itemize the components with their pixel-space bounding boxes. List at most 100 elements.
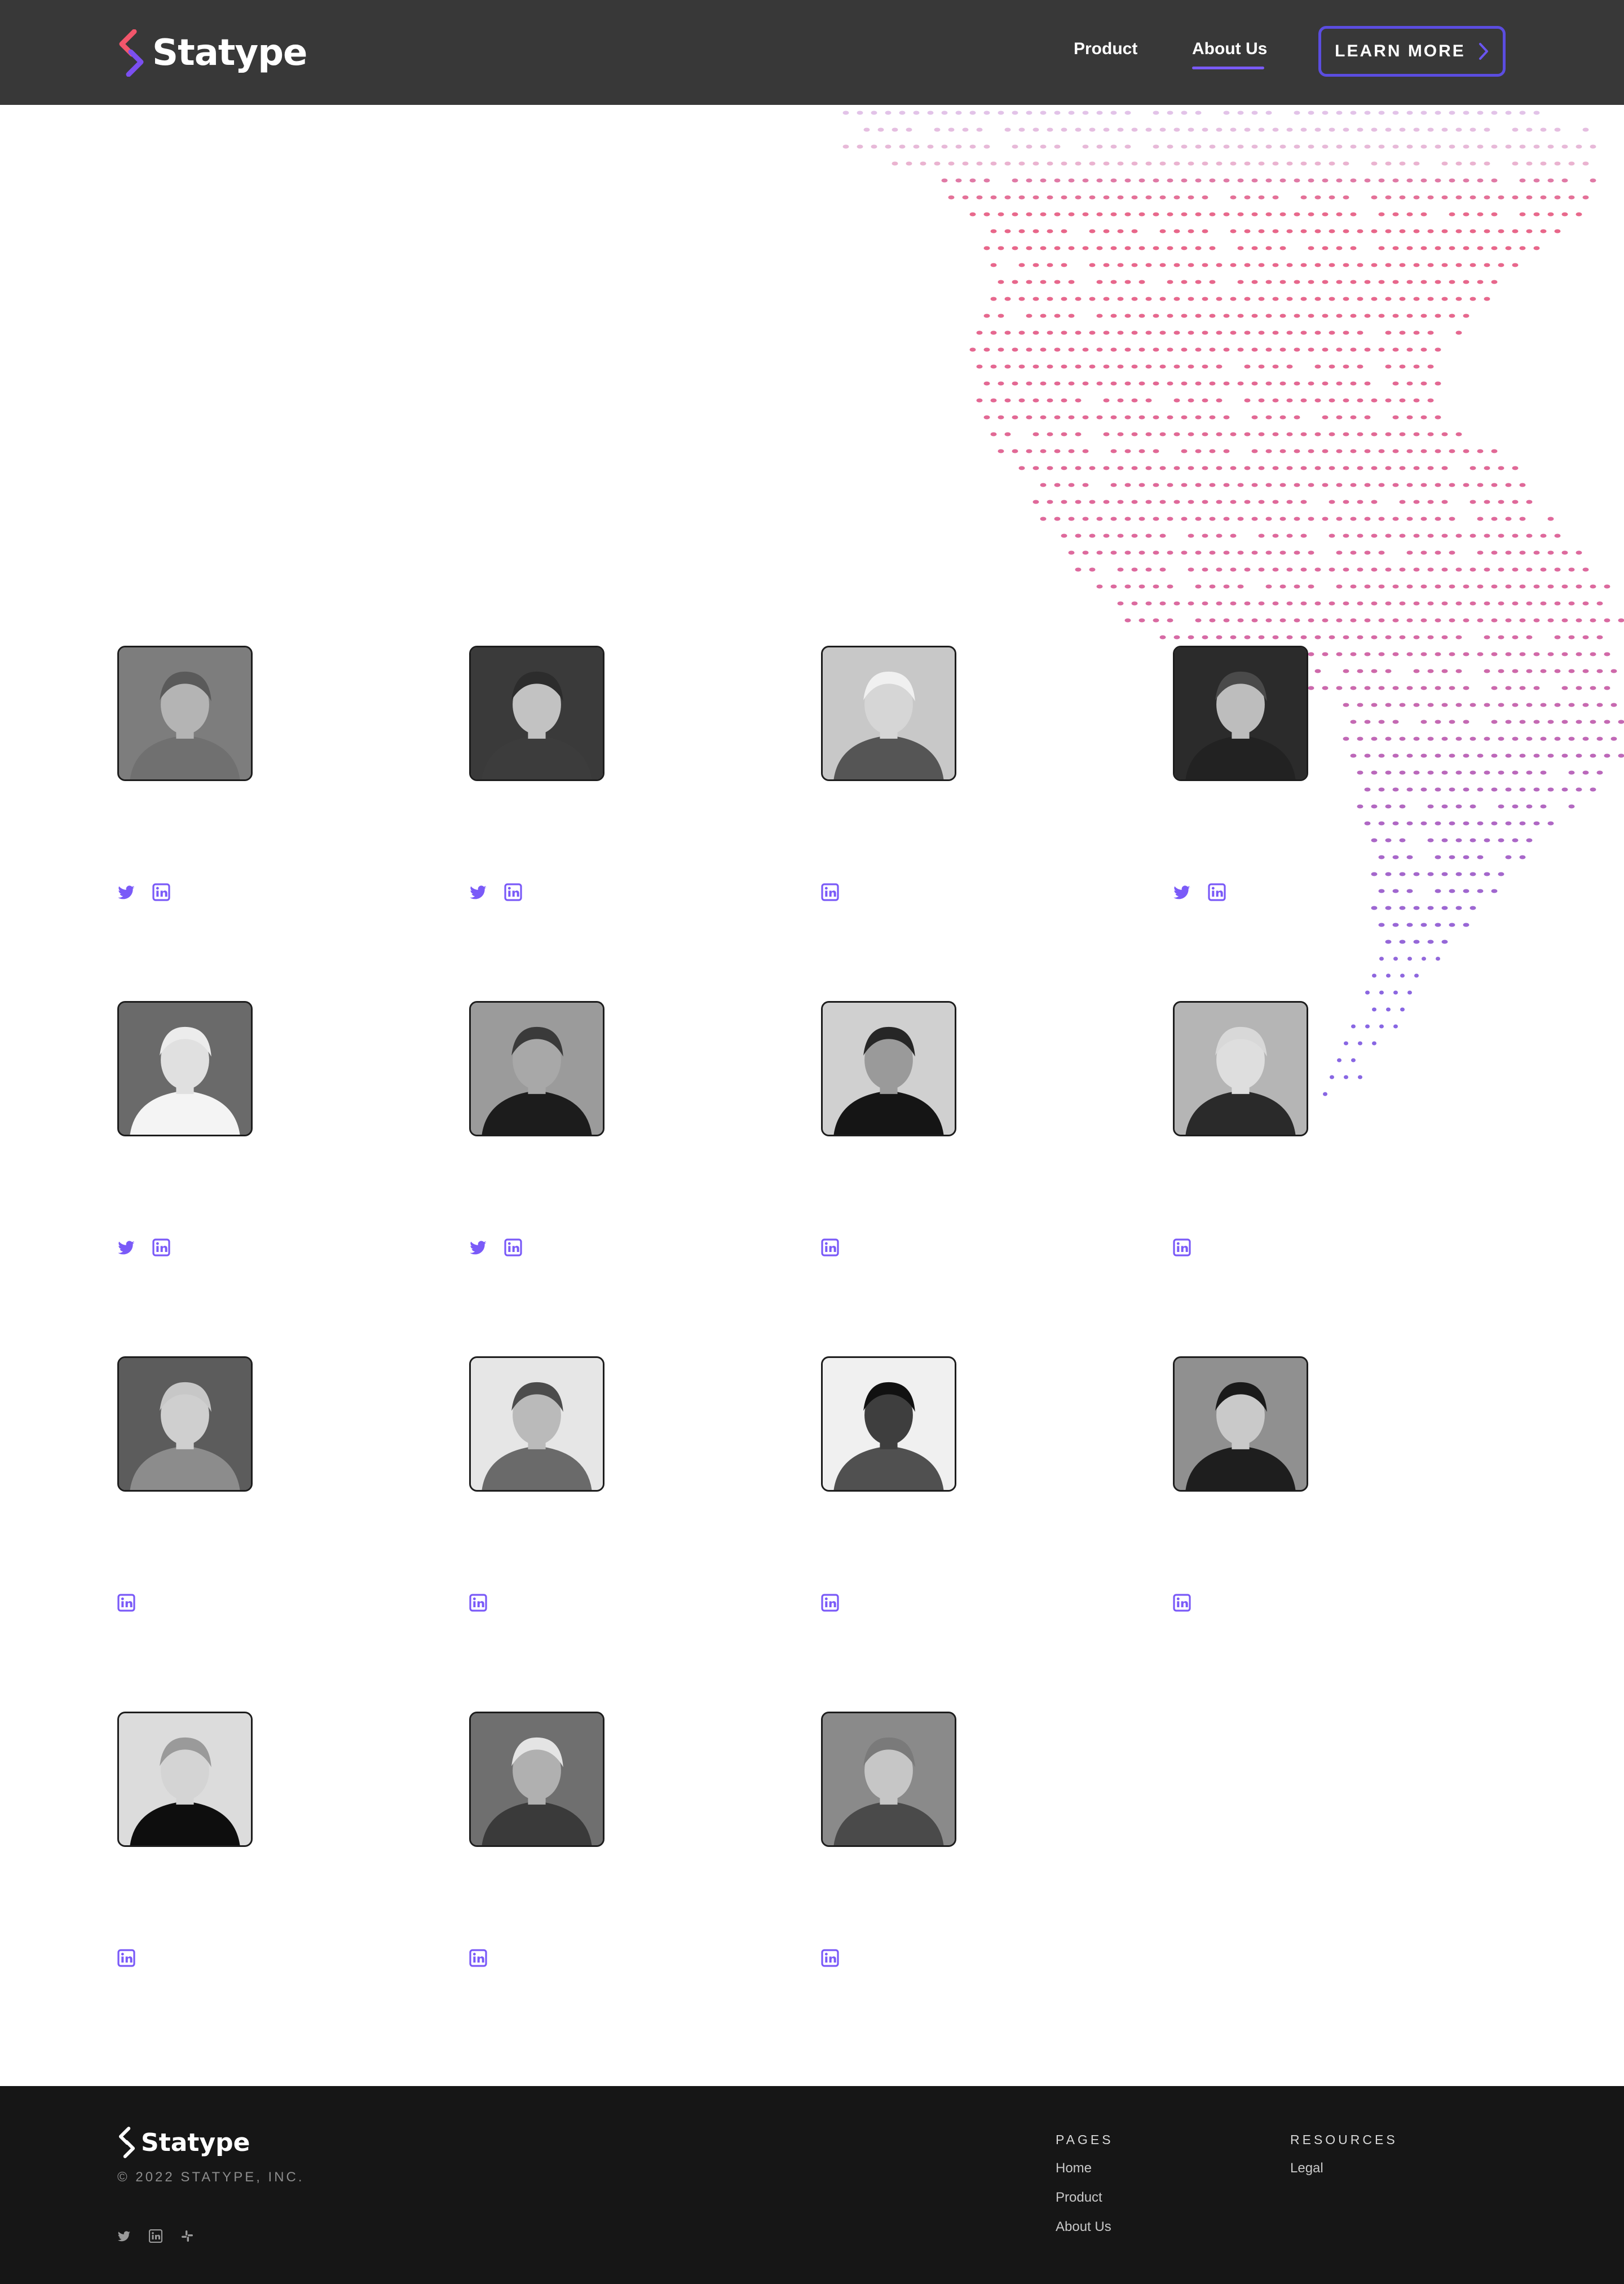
map-dot [1413, 161, 1420, 166]
map-dot [1449, 280, 1455, 284]
map-dot [1216, 533, 1223, 538]
map-dot [1455, 330, 1462, 335]
linkedin-link[interactable] [1173, 1238, 1191, 1256]
map-dot [1618, 618, 1624, 623]
map-dot [1096, 381, 1103, 386]
map-dot [1406, 144, 1413, 149]
map-dot [1561, 178, 1568, 183]
linkedin-link[interactable] [152, 1238, 170, 1256]
map-dot [1131, 500, 1138, 504]
map-dot [1441, 263, 1448, 267]
linkedin-link[interactable] [117, 1949, 135, 1967]
map-dot [1392, 178, 1399, 183]
map-dot [1040, 483, 1047, 487]
footer-link-about-us[interactable]: About Us [1056, 2219, 1111, 2235]
map-dot [1237, 584, 1244, 589]
linkedin-link[interactable] [1173, 1594, 1191, 1612]
map-dot [1491, 550, 1498, 555]
footer-brand-logo[interactable]: Statype [116, 2127, 250, 2158]
map-dot [1089, 195, 1096, 200]
map-dot [1350, 618, 1357, 623]
map-dot [1540, 703, 1547, 707]
map-dot [1202, 263, 1208, 267]
linkedin-icon [117, 1594, 135, 1612]
map-dot [1568, 195, 1575, 200]
map-dot [1364, 449, 1371, 453]
map-dot [1441, 195, 1448, 200]
map-dot [1441, 432, 1448, 436]
map-dot [1145, 263, 1152, 267]
twitter-link[interactable] [1173, 883, 1191, 901]
map-dot [1547, 584, 1554, 589]
map-dot [1399, 466, 1406, 470]
twitter-link[interactable] [469, 1238, 487, 1256]
map-dot [1294, 483, 1300, 487]
linkedin-link[interactable] [821, 1594, 839, 1612]
linkedin-link[interactable] [504, 1238, 522, 1256]
map-dot [1054, 178, 1061, 183]
map-dot [1336, 483, 1343, 487]
footer-link-product[interactable]: Product [1056, 2190, 1102, 2206]
map-dot [1357, 263, 1363, 267]
map-dot [1223, 381, 1230, 386]
nav-product[interactable]: Product [1074, 39, 1137, 59]
map-dot [1484, 263, 1490, 267]
map-dot [1124, 347, 1131, 352]
map-dot [1061, 500, 1067, 504]
footer-twitter-link[interactable] [117, 2229, 131, 2243]
map-dot [1582, 635, 1589, 640]
map-dot [1343, 432, 1349, 436]
twitter-link[interactable] [469, 883, 487, 901]
map-dot [1294, 584, 1300, 589]
map-dot [998, 381, 1004, 386]
map-dot [1399, 364, 1406, 369]
linkedin-link[interactable] [821, 1949, 839, 1967]
map-dot [1131, 567, 1138, 572]
brand-logo[interactable]: Statype [115, 29, 307, 77]
footer-link-home[interactable]: Home [1056, 2160, 1092, 2176]
map-dot [1131, 364, 1138, 369]
linkedin-link[interactable] [1208, 883, 1226, 901]
map-dot [1533, 144, 1540, 149]
map-dot [1526, 533, 1533, 538]
linkedin-link[interactable] [821, 1238, 839, 1256]
footer-link-legal[interactable]: Legal [1290, 2160, 1323, 2176]
map-dot [1103, 533, 1110, 538]
map-dot [1322, 111, 1329, 115]
linkedin-link[interactable] [152, 883, 170, 901]
learn-more-button[interactable]: LEARN MORE [1318, 26, 1506, 77]
map-dot [1209, 144, 1216, 149]
map-dot [1554, 669, 1561, 673]
linkedin-link[interactable] [469, 1594, 487, 1612]
map-dot [1371, 601, 1378, 606]
map-dot [1153, 246, 1159, 250]
map-dot [1547, 787, 1554, 792]
map-dot [1512, 601, 1519, 606]
team-member-social-links [821, 1594, 839, 1612]
footer-slack-link[interactable] [180, 2229, 194, 2243]
nav-about-us[interactable]: About Us [1192, 39, 1267, 59]
map-dot [1322, 178, 1329, 183]
linkedin-icon [1173, 1238, 1191, 1256]
map-dot [1279, 550, 1286, 555]
map-dot [1406, 618, 1413, 623]
map-dot [1385, 263, 1392, 267]
linkedin-link[interactable] [469, 1949, 487, 1967]
linkedin-link[interactable] [117, 1594, 135, 1612]
map-dot [1096, 144, 1103, 149]
map-dot [1117, 229, 1124, 233]
map-dot [1209, 314, 1216, 318]
linkedin-link[interactable] [504, 883, 522, 901]
map-dot [1230, 567, 1237, 572]
map-dot [1427, 364, 1434, 369]
map-dot [1188, 635, 1194, 640]
linkedin-link[interactable] [821, 883, 839, 901]
map-dot [1054, 212, 1061, 217]
twitter-link[interactable] [117, 883, 135, 901]
twitter-link[interactable] [117, 1238, 135, 1256]
map-dot [1012, 415, 1018, 420]
map-dot [1004, 161, 1011, 166]
map-dot [1117, 466, 1124, 470]
map-dot [1413, 567, 1420, 572]
footer-linkedin-link[interactable] [149, 2229, 162, 2243]
